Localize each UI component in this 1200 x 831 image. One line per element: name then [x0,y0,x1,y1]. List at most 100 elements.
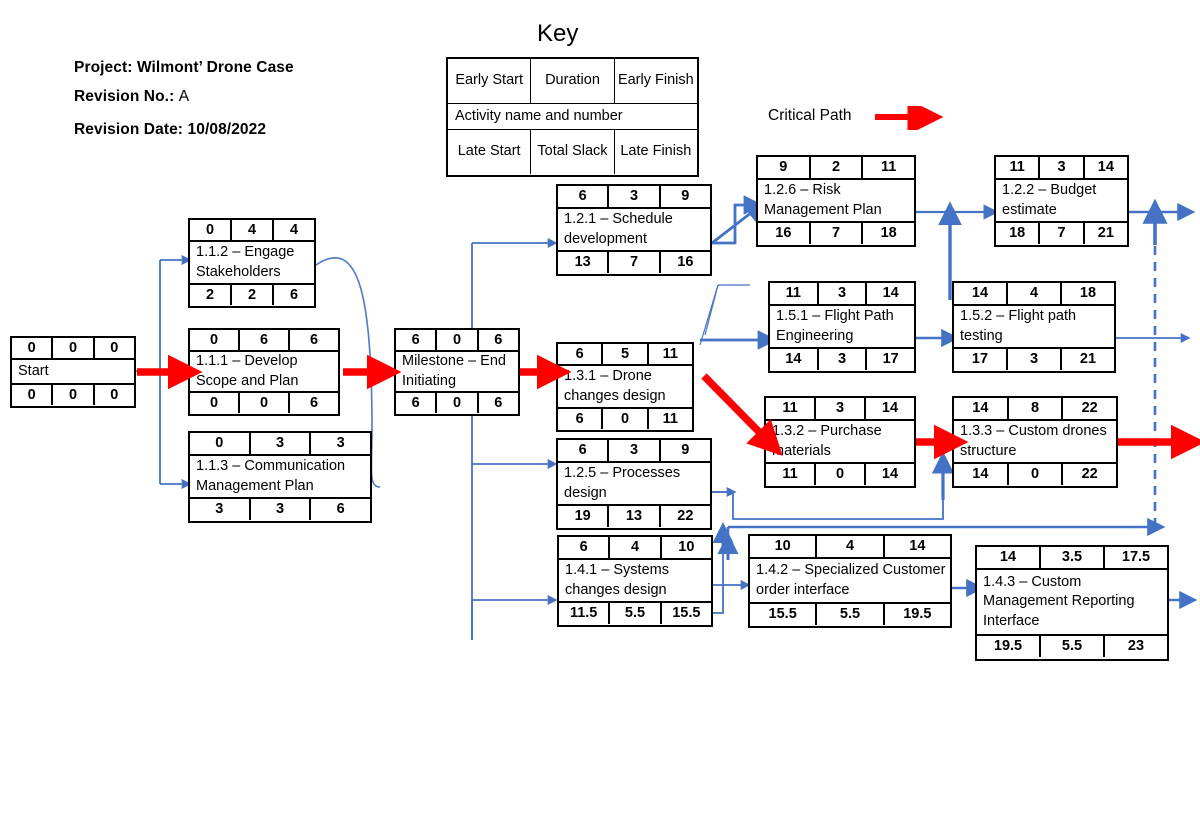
node-late-start: 19.5 [977,636,1041,657]
node-late-finish: 22 [1081,466,1098,483]
node-total-slack: 0 [53,385,95,405]
node-1-2-1-schedule-development[interactable]: 6 3 9 1.2.1 – Schedule development 13 7 … [556,184,712,276]
node-total-slack: 3 [819,349,868,370]
node-1-1-3-communication-management-plan[interactable]: 0 3 3 1.1.3 – Communication Management P… [188,431,372,523]
node-late-start: 19 [558,506,610,527]
node-late-finish: 21 [1079,351,1097,368]
node-duration: 6 [240,330,290,350]
node-early-finish: 4 [289,221,299,238]
node-late-start: 14 [770,349,819,370]
node-late-start: 6 [558,409,604,429]
node-late-finish: 0 [110,386,119,403]
node-total-slack: 0 [240,393,290,413]
node-early-start: 11 [766,398,816,419]
node-duration: 3.5 [1041,547,1105,568]
node-early-start: 0 [190,433,251,454]
node-early-start: 14 [954,398,1009,419]
node-total-slack: 0 [603,409,649,429]
node-1-3-3-custom-drones-structure[interactable]: 14 8 22 1.3.3 – Custom drones structure … [952,396,1118,488]
network-diagram-canvas: Project: Wilmont’ Drone Case Revision No… [0,0,1200,831]
node-1-4-2-specialized-customer-order-interface[interactable]: 10 4 14 1.4.2 – Specialized Customer ord… [748,534,952,628]
node-1-1-2-engage-stakeholders[interactable]: 0 4 4 1.1.2 – Engage Stakeholders 2 2 6 [188,218,316,308]
node-1-2-6-risk-management-plan[interactable]: 9 2 11 1.2.6 – Risk Management Plan 16 7… [756,155,916,247]
node-duration: 3 [819,283,868,304]
node-late-start: 6 [396,393,438,413]
node-late-finish: 11 [662,410,678,427]
key-total-slack: Total Slack [531,130,615,174]
node-duration: 0 [437,330,479,350]
node-early-start: 10 [750,536,818,557]
node-late-finish: 6 [336,501,345,518]
node-early-finish: 18 [1079,285,1097,302]
node-late-finish: 17 [882,351,899,368]
key-early-finish: Early Finish [617,72,694,89]
node-total-slack: 3 [251,499,312,520]
node-early-start: 0 [190,220,232,240]
node-early-start: 6 [558,186,610,207]
node-1-2-2-budget-estimate[interactable]: 11 3 14 1.2.2 – Budget estimate 18 7 21 [994,155,1129,247]
node-late-finish: 22 [677,508,694,525]
node-early-start: 6 [558,344,604,364]
node-early-finish: 10 [678,539,695,556]
key-late-start: Late Start [448,130,532,174]
node-duration: 3 [816,398,866,419]
node-1-2-5-processes-design[interactable]: 6 3 9 1.2.5 – Processes design 19 13 22 [556,438,712,530]
node-duration: 4 [232,220,274,240]
node-total-slack: 0 [1009,464,1064,485]
node-early-start: 14 [954,283,1008,304]
key-late-finish: Late Finish [620,143,692,160]
node-activity-name: 1.1.1 – Develop Scope and Plan [196,352,299,389]
node-activity-name: Start [18,362,49,379]
node-early-finish: 14 [909,538,926,555]
node-activity-name: 1.2.2 – Budget estimate [1002,181,1097,218]
node-duration: 4 [610,537,662,558]
node-activity-name: 1.4.3 – Custom Management Reporting Inte… [983,573,1135,629]
node-early-start: 11 [996,157,1041,178]
node-1-5-1-flight-path-engineering[interactable]: 11 3 14 1.5.1 – Flight Path Engineering … [768,281,916,373]
node-late-finish: 14 [881,466,899,483]
node-1-4-3-custom-management-reporting-interface[interactable]: 14 3.5 17.5 1.4.3 – Custom Management Re… [975,545,1169,661]
node-total-slack: 2 [232,285,274,305]
node-late-start: 15.5 [750,604,818,625]
node-1-1-1-develop-scope-and-plan[interactable]: 0 6 6 1.1.1 – Develop Scope and Plan 0 0… [188,328,340,416]
node-late-start: 0 [190,393,240,413]
node-duration: 8 [1009,398,1064,419]
node-activity-name: 1.3.2 – Purchase materials [772,422,882,459]
node-activity-name: 1.1.3 – Communication Management Plan [196,457,346,494]
node-1-3-1-drone-changes-design[interactable]: 6 5 11 1.3.1 – Drone changes design 6 0 … [556,342,694,432]
node-duration: 4 [1008,283,1062,304]
node-early-finish: 11 [881,159,897,176]
node-1-3-2-purchase-materials[interactable]: 11 3 14 1.3.2 – Purchase materials 11 0 … [764,396,916,488]
node-early-finish: 14 [881,400,899,417]
node-early-start: 6 [396,330,438,350]
node-late-start: 11 [766,464,816,485]
key-legend-table: Early Start Duration Early Finish Activi… [446,57,699,177]
node-late-finish: 23 [1127,638,1145,655]
node-duration: 0 [53,338,95,358]
node-activity-name: 1.5.1 – Flight Path Engineering [776,307,894,344]
key-early-start: Early Start [448,59,532,103]
node-duration: 5 [603,344,649,364]
node-activity-name: 1.4.2 – Specialized Customer order inter… [756,561,946,598]
node-1-4-1-systems-changes-design[interactable]: 6 4 10 1.4.1 – Systems changes design 11… [557,535,713,627]
node-early-finish: 22 [1081,400,1098,417]
node-late-start: 13 [558,252,610,273]
node-total-slack: 5.5 [610,603,662,624]
node-early-finish: 9 [681,442,690,459]
node-total-slack: 3 [1008,349,1062,370]
node-early-start: 0 [12,338,54,358]
node-early-start: 6 [558,440,610,461]
node-activity-name: 1.3.1 – Drone changes design [564,367,666,404]
node-duration: 3 [609,440,661,461]
node-early-finish: 14 [882,285,899,302]
node-late-finish: 19.5 [903,606,932,623]
node-total-slack: 7 [811,223,864,244]
node-start[interactable]: 0 0 0 Start 0 0 0 [10,336,136,408]
node-activity-name: 1.4.1 – Systems changes design [565,561,669,598]
node-activity-name: 1.5.2 – Flight path testing [960,307,1077,344]
node-1-5-2-flight-path-testing[interactable]: 14 4 18 1.5.2 – Flight path testing 17 3… [952,281,1116,373]
node-late-start: 17 [954,349,1008,370]
node-activity-name: 1.1.2 – Engage Stakeholders [196,243,295,280]
node-milestone-end-initiating[interactable]: 6 0 6 Milestone – End Initiating 6 0 6 [394,328,520,416]
critical-path-arrow-icon [875,106,944,130]
